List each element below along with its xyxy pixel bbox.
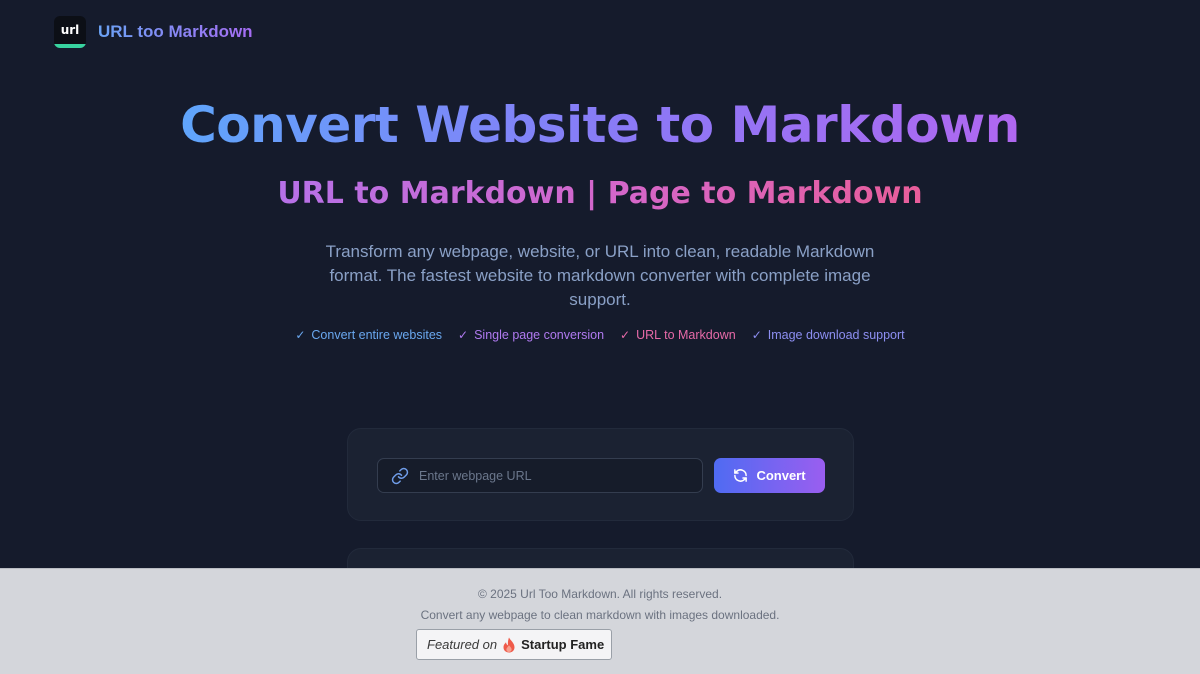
check-icon: ✓ xyxy=(458,328,469,342)
badge-brand-label: Startup Fame xyxy=(521,637,605,652)
brand-name[interactable]: URL too Markdown xyxy=(98,22,253,42)
hero-subtitle: URL to Markdown | Page to Markdown xyxy=(0,176,1200,211)
hero-title: Convert Website to Markdown xyxy=(0,96,1200,154)
copyright-text: © 2025 Url Too Markdown. All rights rese… xyxy=(477,587,723,601)
hero-subtitle-text: URL to Markdown | Page to Markdown xyxy=(277,176,923,211)
refresh-icon xyxy=(733,468,748,483)
badge-featured-label: Featured on xyxy=(427,637,498,652)
feature-label: Convert entire websites xyxy=(311,328,443,342)
feature-label: Single page conversion xyxy=(474,328,605,342)
check-icon: ✓ xyxy=(295,328,306,342)
hero-description: Transform any webpage, website, or URL i… xyxy=(325,242,875,309)
feature-label: Image download support xyxy=(767,328,905,342)
site-header: url URL too Markdown xyxy=(54,16,253,48)
check-icon: ✓ xyxy=(751,328,762,342)
feature-list: ✓ Convert entire websites ✓ Single page … xyxy=(0,328,1200,342)
url-field[interactable] xyxy=(377,458,703,493)
page: url URL too Markdown Convert Website to … xyxy=(0,0,1200,674)
converter-card: Convert xyxy=(347,428,854,521)
hero-title-text: Convert Website to Markdown xyxy=(180,96,1020,154)
feature-item: ✓ URL to Markdown xyxy=(620,328,736,342)
convert-label: Convert xyxy=(756,468,806,483)
flame-icon xyxy=(502,637,516,653)
check-icon: ✓ xyxy=(620,328,631,342)
url-input[interactable] xyxy=(419,468,689,483)
convert-button[interactable]: Convert xyxy=(714,458,825,493)
app-logo[interactable]: url xyxy=(54,16,86,48)
footer-tagline: Convert any webpage to clean markdown wi… xyxy=(420,608,780,622)
site-footer: © 2025 Url Too Markdown. All rights rese… xyxy=(0,568,1200,674)
link-icon xyxy=(391,467,409,485)
feature-item: ✓ Image download support xyxy=(752,328,905,342)
feature-item: ✓ Convert entire websites xyxy=(295,328,442,342)
feature-label: URL to Markdown xyxy=(636,328,736,342)
feature-item: ✓ Single page conversion xyxy=(458,328,604,342)
startup-fame-badge[interactable]: Featured on Startup Fame xyxy=(416,629,612,660)
